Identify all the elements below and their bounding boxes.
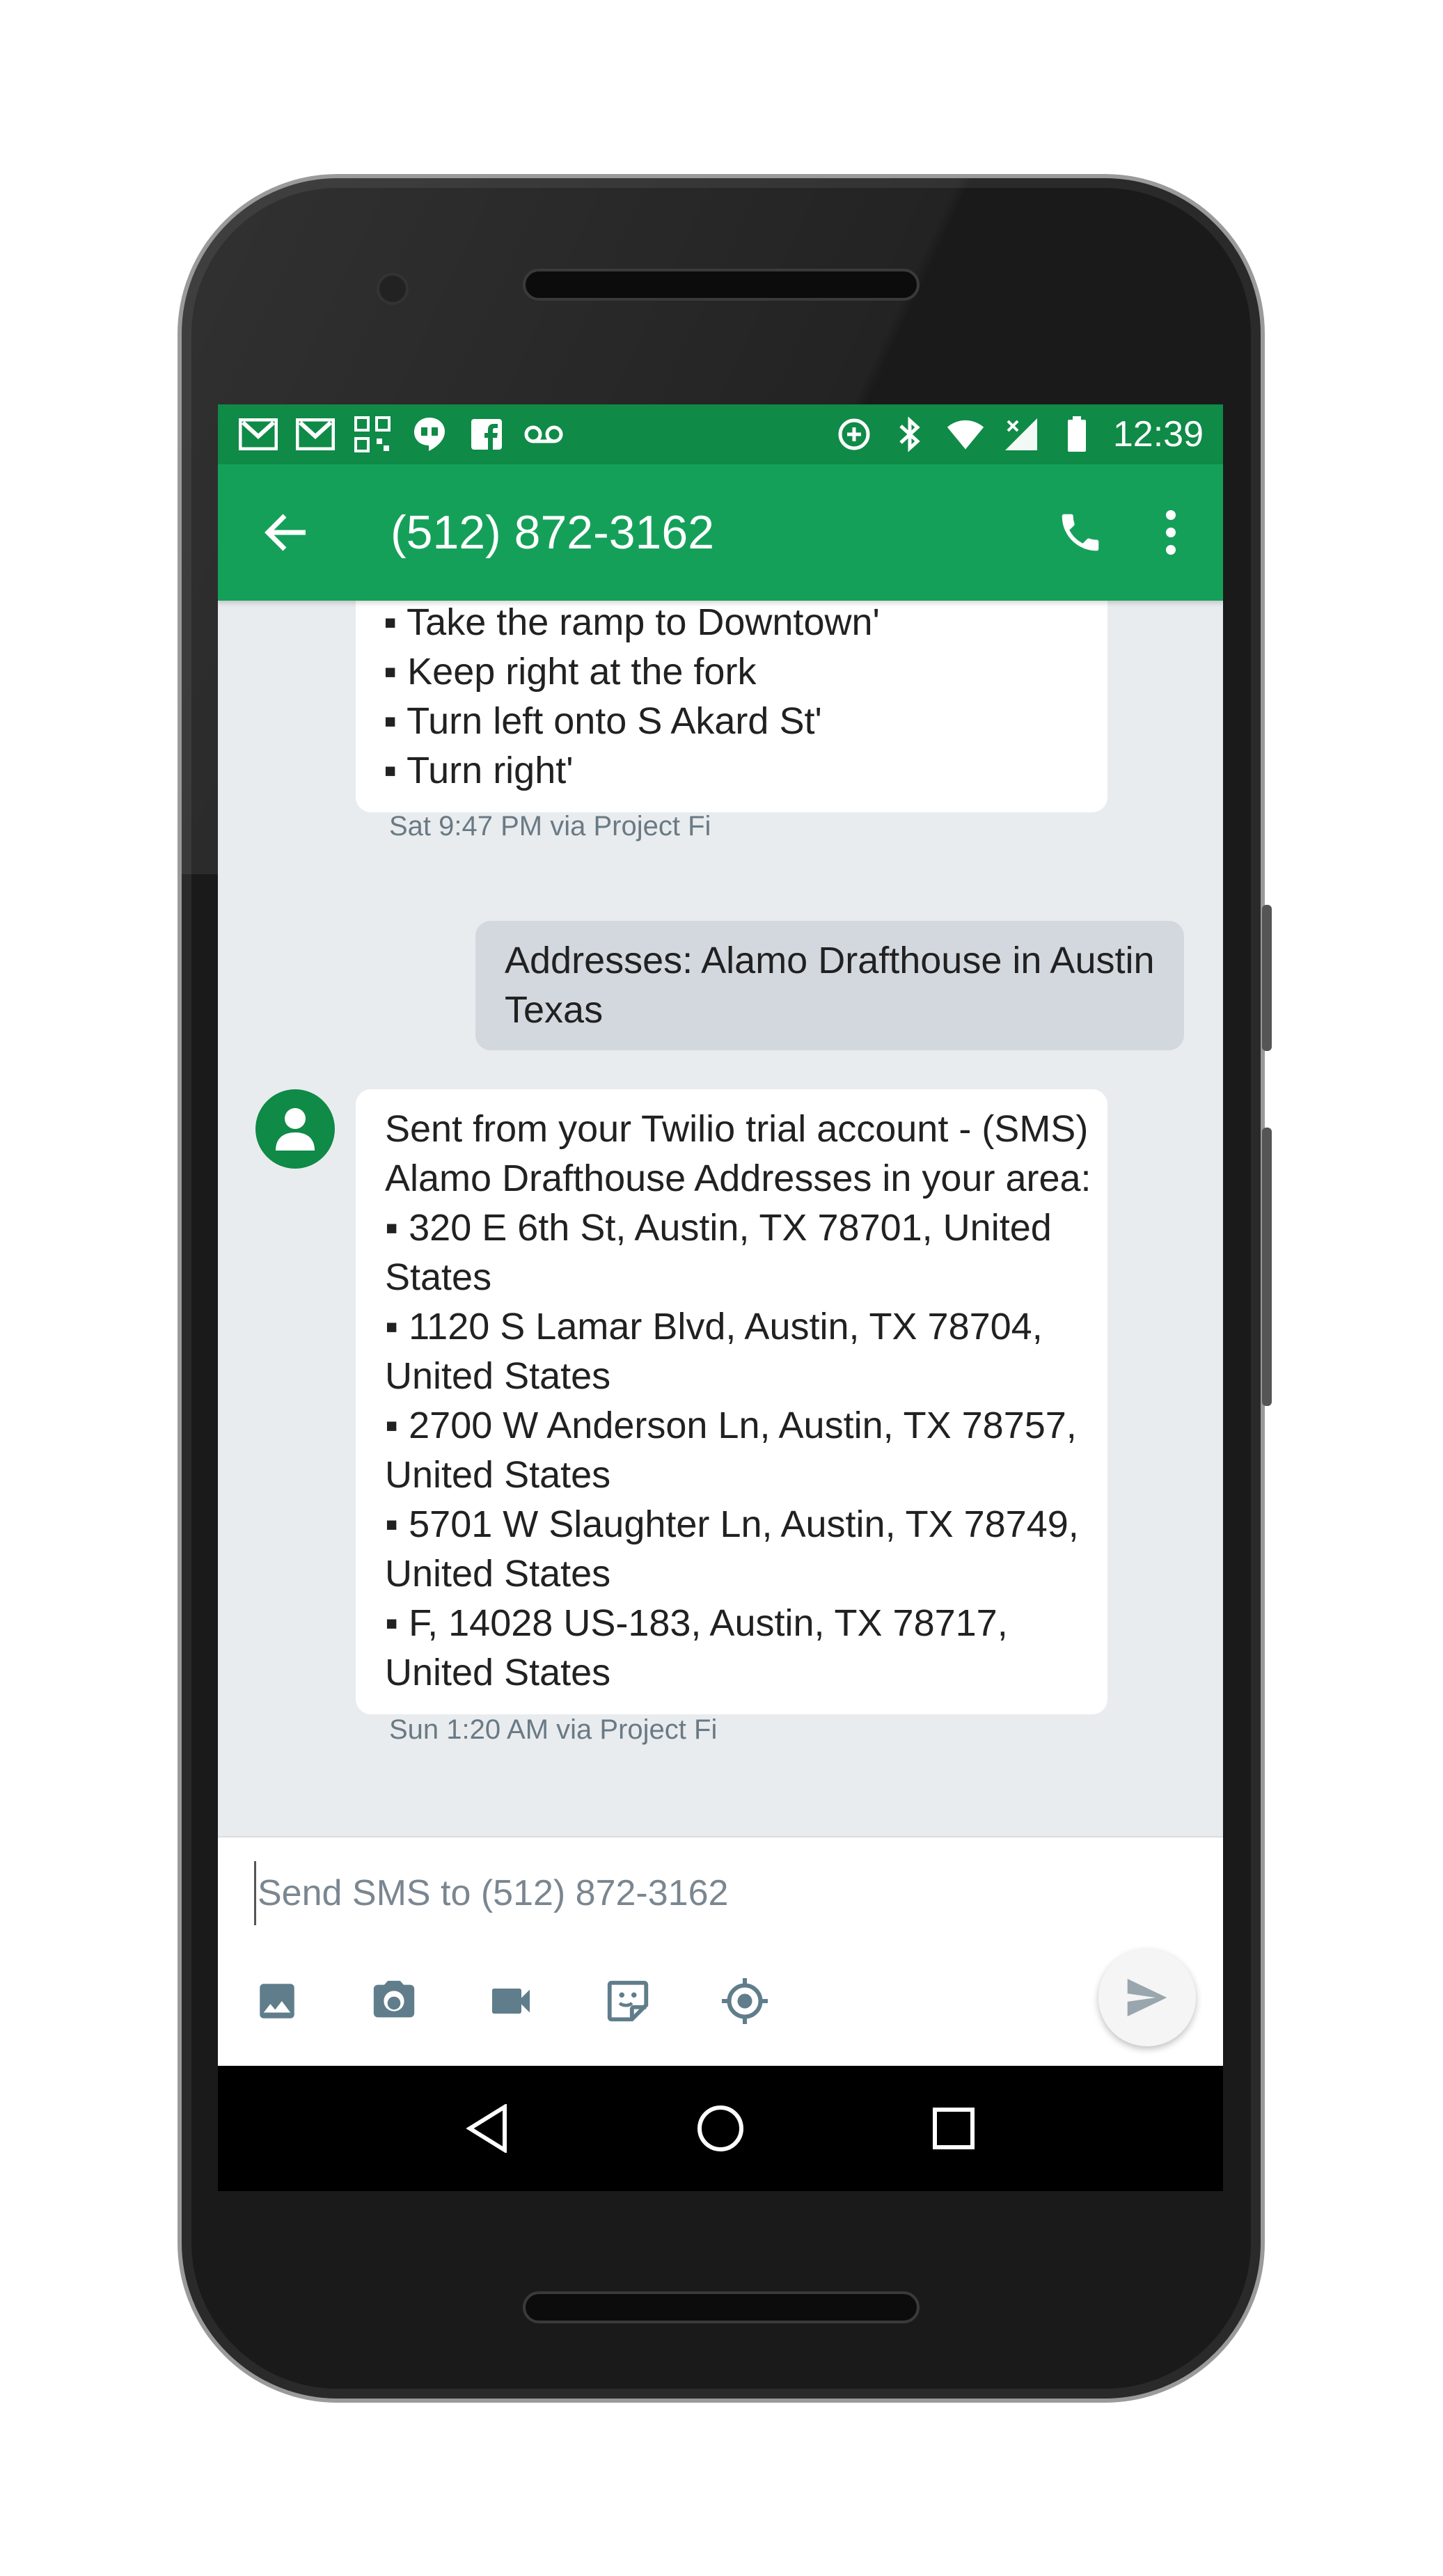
gmail-icon: [296, 417, 335, 452]
gallery-icon[interactable]: [246, 1970, 308, 2032]
phone-call-icon[interactable]: [1049, 501, 1112, 564]
voicemail-icon: [524, 417, 563, 452]
system-nav-bar: [218, 2066, 1223, 2191]
back-arrow-icon[interactable]: [258, 505, 314, 560]
screen: 12:39 (512) 872-3162 ▪ Take the ramp to …: [218, 404, 1223, 2191]
location-icon[interactable]: [713, 1970, 776, 2032]
person-icon: [276, 1108, 315, 1151]
contact-title: (512) 872-3162: [391, 506, 715, 559]
front-camera: [377, 273, 409, 305]
message-line: States: [385, 1256, 492, 1298]
send-button[interactable]: [1098, 1949, 1196, 2046]
more-options-icon[interactable]: [1153, 501, 1188, 564]
facebook-icon: [467, 417, 506, 452]
video-icon[interactable]: [480, 1970, 542, 2032]
signal-icon: [1002, 417, 1041, 452]
message-line: United States: [385, 1355, 611, 1397]
bottom-speaker: [523, 2291, 920, 2323]
message-line: ▪ Take the ramp to Downtown': [384, 601, 880, 643]
power-button: [1262, 905, 1272, 1051]
message-line: Alamo Drafthouse Addresses in your area:: [385, 1157, 1091, 1199]
contact-avatar[interactable]: [255, 1089, 335, 1169]
bluetooth-icon: [890, 416, 929, 452]
message-meta: Sun 1:20 AM via Project Fi: [389, 1714, 718, 1745]
message-line: ▪ 1120 S Lamar Blvd, Austin, TX 78704,: [385, 1306, 1043, 1348]
message-line: United States: [385, 1652, 611, 1693]
data-saver-icon: [835, 417, 874, 452]
message-line: ▪ 5701 W Slaughter Ln, Austin, TX 78749,: [385, 1503, 1079, 1545]
message-meta: Sat 9:47 PM via Project Fi: [389, 811, 711, 841]
status-bar: 12:39: [218, 404, 1223, 464]
message-bubble-incoming[interactable]: Sent from your Twilio trial account - (S…: [356, 1089, 1107, 1714]
nav-back-icon[interactable]: [452, 2094, 522, 2163]
volume-button: [1262, 1128, 1272, 1406]
message-line: United States: [385, 1454, 611, 1496]
qr-code-icon: [353, 416, 392, 452]
message-composer: [218, 1836, 1223, 2066]
message-line: United States: [385, 1553, 611, 1595]
sticker-icon[interactable]: [597, 1970, 659, 2032]
message-line: Addresses: Alamo Drafthouse in Austin: [505, 940, 1155, 981]
message-line: Texas: [505, 989, 604, 1031]
camera-icon[interactable]: [363, 1970, 425, 2032]
message-line: ▪ Keep right at the fork: [384, 651, 757, 693]
message-line: ▪ Turn left onto S Akard St': [384, 700, 822, 742]
message-line: ▪ F, 14028 US-183, Austin, TX 78717,: [385, 1602, 1008, 1644]
wifi-icon: [946, 417, 985, 452]
gmail-icon: [239, 417, 278, 452]
top-speaker: [523, 269, 920, 301]
message-line: ▪ 2700 W Anderson Ln, Austin, TX 78757,: [385, 1405, 1077, 1446]
message-list[interactable]: ▪ Take the ramp to Downtown' ▪ Keep righ…: [218, 601, 1223, 1836]
status-time: 12:39: [1112, 414, 1204, 455]
battery-icon: [1057, 416, 1096, 452]
nav-home-icon[interactable]: [686, 2094, 755, 2163]
send-icon: [1127, 1979, 1167, 2016]
nav-recents-icon[interactable]: [919, 2094, 988, 2163]
message-bubble-outgoing[interactable]: Addresses: Alamo Drafthouse in Austin Te…: [475, 921, 1184, 1050]
message-line: ▪ 320 E 6th St, Austin, TX 78701, United: [385, 1207, 1052, 1249]
conversation-toolbar: (512) 872-3162: [218, 464, 1223, 601]
hangouts-icon: [410, 417, 449, 452]
message-line: ▪ Turn right': [384, 750, 574, 791]
message-bubble-incoming[interactable]: ▪ Take the ramp to Downtown' ▪ Keep righ…: [356, 601, 1107, 812]
message-line: Sent from your Twilio trial account - (S…: [385, 1108, 1089, 1150]
sms-input[interactable]: [254, 1861, 1094, 1925]
